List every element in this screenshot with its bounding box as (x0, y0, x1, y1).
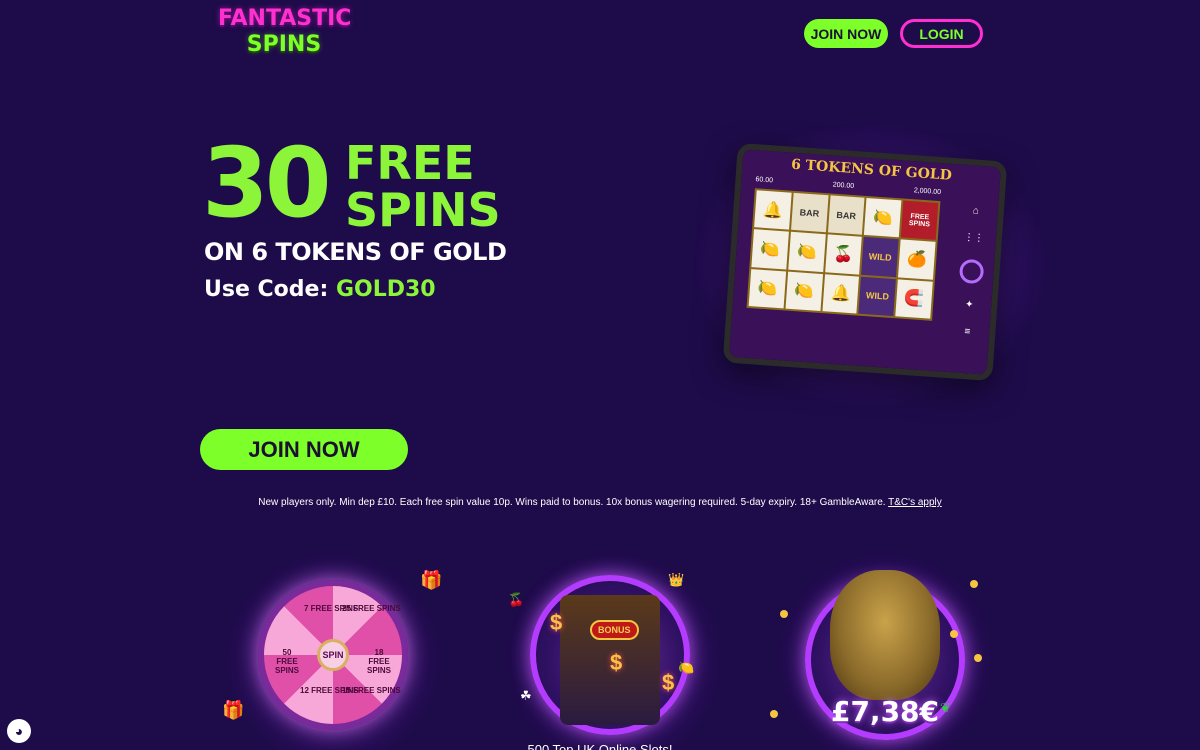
wheel-segment-label: 50 FREE SPINS (274, 648, 299, 675)
wheel-spin-hub: SPIN (317, 639, 349, 671)
tablet-screen: 6 TOKENS OF GOLD 60.00 200.00 2,000.00 🔔… (729, 149, 1001, 375)
reel-symbol: 🔔 (822, 273, 860, 314)
reel-symbol: BAR (827, 195, 865, 236)
dollar-symbol: $ (662, 670, 675, 695)
promo-code: Use Code: GOLD30 (204, 277, 436, 302)
leaf-icon: ❦ (940, 700, 951, 715)
hero-free-line-1: FREE (345, 136, 475, 190)
header-login-button[interactable]: LOGIN (900, 19, 983, 48)
logo-line-2: SPINS (246, 32, 322, 57)
promo-code-value: GOLD30 (335, 277, 436, 302)
coin-icon (780, 610, 788, 618)
reel-symbol: 🍋 (751, 229, 789, 270)
gift-icon: 🎁 (222, 700, 245, 720)
reel-symbol: 🧲 (895, 279, 933, 319)
coin-icon (770, 710, 778, 718)
jackpot-amount: £7,38€ (830, 695, 940, 728)
menu-grid-icon: ⋮⋮ (963, 231, 985, 245)
jackpot-major: 2,000.00 (913, 187, 942, 197)
hero-spin-count: 30 (202, 127, 332, 239)
jackpot-mini: 60.00 (755, 176, 774, 185)
game-side-controls: ⌂ ⋮⋮ ✦ ≡ (955, 205, 988, 338)
reel-symbol: 🍋 (788, 232, 826, 272)
reel-symbol: 🍒 (824, 234, 863, 275)
promo-code-label: Use Code: (204, 277, 336, 302)
header-join-button[interactable]: JOIN NOW (804, 19, 888, 48)
gift-icon: 🎁 (420, 570, 443, 590)
hero-join-button[interactable]: JOIN NOW (200, 429, 408, 470)
wheel-segment-label: 18 FREE SPINS (366, 648, 391, 675)
hero-free-spins: FREE SPINS (345, 140, 501, 234)
slot-reels: 🔔 BAR BAR 🍋 FREE SPINS 🍋 🍋 🍒 WILD 🍊 🍋 🍋 … (746, 188, 941, 321)
tile-jackpot-elephant[interactable]: £7,38€ ❦ (760, 550, 1010, 750)
coin-icon (950, 630, 958, 638)
wheel-segment-label: 25 FREE SPINS (342, 604, 401, 613)
reel-symbol: WILD (858, 276, 897, 317)
reel-symbol: WILD (861, 237, 899, 277)
reel-symbol: 🔔 (754, 190, 792, 230)
logo-line-1: FANTASTIC (218, 6, 352, 31)
tiles-caption: 500 Top UK Online Slots! (527, 742, 673, 750)
elephant-image (830, 570, 940, 700)
tile-prize-wheel[interactable]: 7 FREE SPINS 25 FREE SPINS 18 FREE SPINS… (208, 550, 458, 750)
hero-free-line-2: SPINS (345, 183, 501, 237)
lemon-icon: 🍋 (678, 660, 695, 675)
dollar-symbol: $ (550, 610, 563, 635)
prize-wheel-image: 7 FREE SPINS 25 FREE SPINS 18 FREE SPINS… (258, 580, 408, 730)
reel-symbol: 🍋 (748, 268, 786, 309)
home-icon: ⌂ (972, 205, 980, 217)
cookie-settings-icon[interactable]: ◕ (7, 719, 31, 743)
cherry-icon: 🍒 (508, 592, 525, 607)
tile-bonus-slots[interactable]: BONUS $ $ $ 👑 ☘ 🍒 🍋 (490, 550, 740, 750)
wheel-segment-label: 12 FREE SPINS (300, 686, 359, 695)
clover-icon: ☘ (520, 688, 532, 703)
reel-symbol: 🍊 (898, 239, 936, 280)
hero-subtitle: ON 6 TOKENS OF GOLD (204, 238, 507, 266)
bonus-badge: BONUS (590, 620, 639, 640)
reel-symbol: 🍋 (864, 197, 902, 238)
logo[interactable]: FANTASTIC SPINS (218, 6, 352, 58)
terms-text: New players only. Min dep £10. Each free… (0, 497, 1200, 508)
reel-symbol: FREE SPINS (900, 200, 939, 241)
spin-button-icon (958, 258, 985, 285)
crown-icon: 👑 (668, 572, 685, 587)
coin-icon (974, 654, 982, 662)
jackpot-minor: 200.00 (832, 181, 855, 191)
terms-link[interactable]: T&C's apply (888, 497, 942, 508)
reel-symbol: 🍋 (785, 271, 823, 311)
coin-stack-icon: ≡ (964, 326, 971, 338)
reel-symbol: BAR (790, 192, 829, 233)
terms-body: New players only. Min dep £10. Each free… (258, 497, 889, 508)
coin-icon (970, 580, 978, 588)
dollar-symbol: $ (610, 650, 623, 675)
tablet-game-preview: 6 TOKENS OF GOLD 60.00 200.00 2,000.00 🔔… (722, 142, 1008, 382)
lightbulb-icon: ✦ (964, 299, 974, 311)
